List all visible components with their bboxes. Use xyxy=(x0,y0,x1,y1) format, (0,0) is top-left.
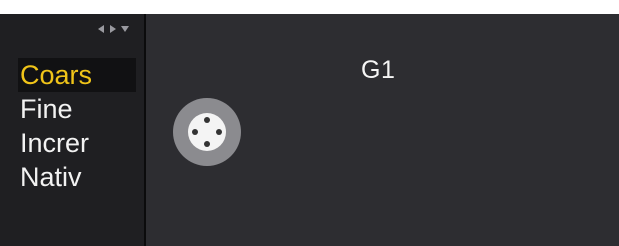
left-arrow-icon[interactable] xyxy=(96,24,106,34)
mode-item-label: Coars xyxy=(20,59,93,90)
mode-item-increment[interactable]: Increr xyxy=(18,126,142,160)
mode-item-label: Fine xyxy=(20,93,73,124)
down-arrow-icon[interactable] xyxy=(120,24,130,34)
mode-item-coarse[interactable]: Coars xyxy=(18,58,136,92)
knob-dot xyxy=(204,141,210,147)
knob-dot xyxy=(204,117,210,123)
knob-dot xyxy=(192,129,198,135)
mode-item-fine[interactable]: Fine xyxy=(18,92,142,126)
mode-item-label: Nativ xyxy=(20,161,82,192)
knob-dot xyxy=(216,129,222,135)
arrow-navigation-group xyxy=(90,22,136,36)
right-arrow-icon[interactable] xyxy=(108,24,118,34)
mode-list: Coars Fine Increr Nativ xyxy=(18,58,142,194)
mode-item-label: Increr xyxy=(20,127,90,158)
encoder-knob-icon[interactable] xyxy=(173,98,241,166)
encoder-panel: G1 xyxy=(146,14,619,246)
encoder-knob-face xyxy=(188,113,226,151)
application-window: Coars Fine Increr Nativ G1 xyxy=(0,0,619,246)
group-label: G1 xyxy=(361,56,396,84)
mode-item-native[interactable]: Nativ xyxy=(18,160,142,194)
top-strip xyxy=(0,0,619,14)
mode-sidebar: Coars Fine Increr Nativ xyxy=(0,14,146,246)
